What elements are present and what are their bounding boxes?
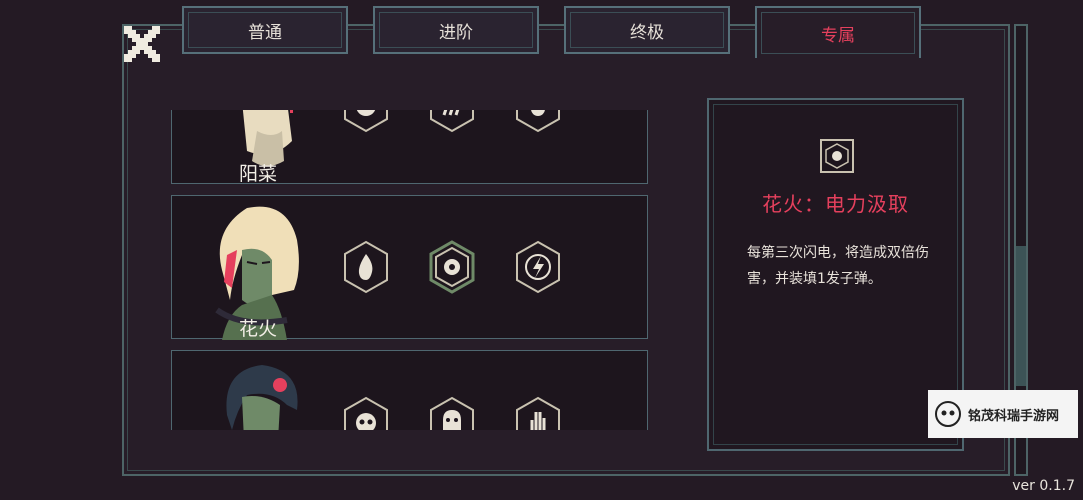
tab-advanced[interactable]: 进阶 — [373, 6, 539, 54]
gamepad-icon — [935, 401, 961, 427]
version-label: ver 0.1.7 — [1012, 478, 1075, 494]
tab-ultimate-label: 终极 — [630, 22, 664, 43]
skill-detail-panel: 花火：电力汲取 每第三次闪电，将造成双倍伤害，并装填1发子弹。 — [707, 98, 964, 451]
flame-icon[interactable] — [342, 240, 390, 294]
tab-normal[interactable]: 普通 — [182, 6, 348, 54]
character-list[interactable]: 阳菜 花火 — [171, 110, 649, 430]
tab-exclusive[interactable]: 专属 — [755, 6, 921, 58]
close-button[interactable] — [124, 26, 160, 62]
paw-icon[interactable] — [514, 110, 562, 133]
watermark-text: 铭茂科瑞手游网 — [968, 408, 1060, 424]
close-icon — [124, 26, 160, 62]
ghost-icon[interactable] — [428, 396, 476, 430]
character-row-3[interactable] — [171, 350, 648, 430]
orb-icon[interactable] — [428, 240, 476, 294]
skull-icon[interactable] — [342, 110, 390, 133]
tab-normal-label: 普通 — [248, 22, 282, 43]
character-portrait-hina — [242, 110, 293, 166]
tab-exclusive-label: 专属 — [821, 25, 855, 46]
tab-ultimate[interactable]: 终极 — [564, 6, 730, 54]
skull-icon[interactable] — [342, 396, 390, 430]
character-portrait-3 — [226, 365, 298, 430]
character-row-hanabi[interactable]: 花火 — [171, 195, 648, 340]
character-name: 花火 — [238, 318, 277, 340]
character-name: 阳菜 — [238, 163, 277, 185]
skill-description: 每第三次闪电，将造成双倍伤害，并装填1发子弹。 — [747, 245, 929, 287]
hand-icon[interactable] — [514, 396, 562, 430]
watermark: 铭茂科瑞手游网 — [928, 390, 1078, 438]
claw-icon[interactable] — [428, 110, 476, 133]
orb-icon — [820, 139, 854, 173]
scrollbar-thumb[interactable] — [1016, 246, 1026, 386]
skill-title: 花火：电力汲取 — [762, 192, 909, 216]
lightning-icon[interactable] — [514, 240, 562, 294]
character-row-hina[interactable]: 阳菜 — [171, 110, 648, 185]
tab-advanced-label: 进阶 — [439, 22, 473, 43]
